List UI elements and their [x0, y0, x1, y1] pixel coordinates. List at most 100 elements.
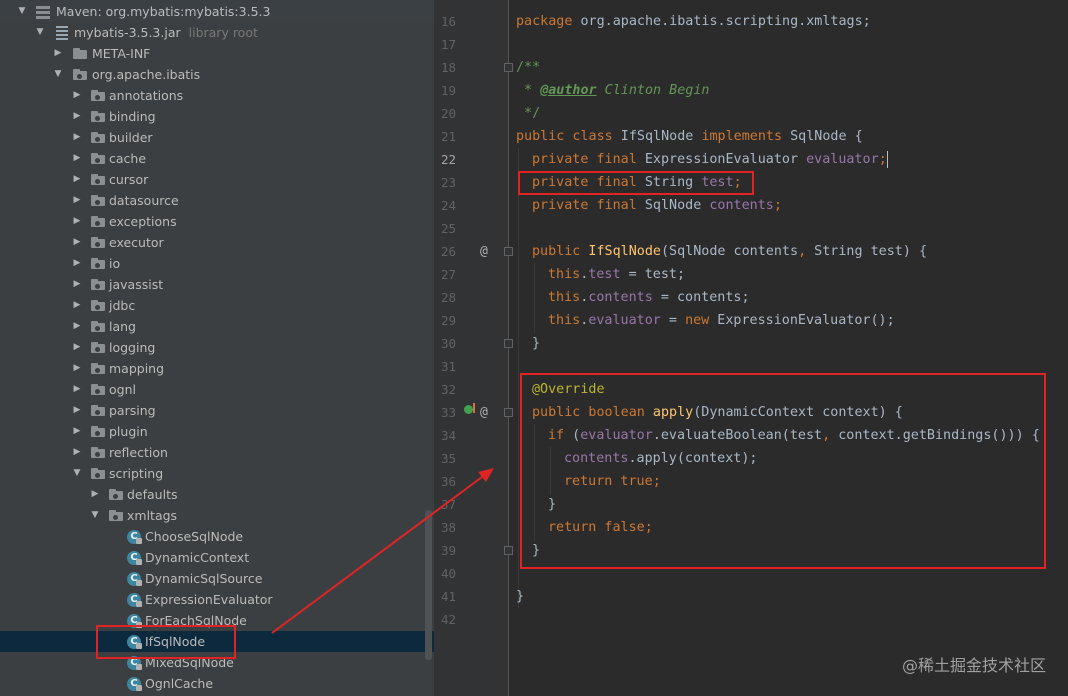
- library-icon: [36, 6, 50, 19]
- tree-row-meta-inf[interactable]: ▶ META-INF: [0, 43, 434, 64]
- tree-row-package[interactable]: ▶ javassist: [0, 274, 434, 295]
- tree-label: jdbc: [109, 298, 136, 313]
- collapsed-arrow-icon[interactable]: ▶: [71, 148, 83, 169]
- tree-row-class[interactable]: C DynamicSqlSource: [0, 568, 434, 589]
- comment-text: Clinton Begin: [596, 83, 710, 98]
- collapsed-arrow-icon[interactable]: ▶: [71, 127, 83, 148]
- tree-row-package[interactable]: ▶ exceptions: [0, 211, 434, 232]
- tree-row-package[interactable]: ▶ builder: [0, 127, 434, 148]
- collapsed-arrow-icon[interactable]: ▶: [89, 484, 101, 505]
- fold-toggle-icon[interactable]: [504, 546, 513, 555]
- tree-row-package[interactable]: ▶ lang: [0, 316, 434, 337]
- collapsed-arrow-icon[interactable]: ▶: [71, 421, 83, 442]
- collapsed-arrow-icon[interactable]: ▶: [71, 400, 83, 421]
- keyword: private final: [532, 152, 637, 167]
- fold-toggle-icon[interactable]: [504, 63, 513, 72]
- expand-arrow-icon[interactable]: ▼: [71, 463, 83, 484]
- field-name: evaluator: [806, 152, 879, 167]
- collapsed-arrow-icon[interactable]: ▶: [71, 106, 83, 127]
- text-cursor: [886, 150, 888, 168]
- line-number: 27: [440, 267, 456, 282]
- collapsed-arrow-icon[interactable]: ▶: [71, 316, 83, 337]
- code-text: org.apache.ibatis.scripting.xmltags;: [572, 14, 871, 29]
- tree-row-package-xmltags[interactable]: ▼ xmltags: [0, 505, 434, 526]
- override-marker-icon[interactable]: @: [480, 401, 488, 424]
- tree-row-package-defaults[interactable]: ▶ defaults: [0, 484, 434, 505]
- package-icon: [91, 90, 106, 102]
- collapsed-arrow-icon[interactable]: ▶: [71, 358, 83, 379]
- tree-row-package[interactable]: ▶ jdbc: [0, 295, 434, 316]
- tree-label: io: [109, 256, 121, 271]
- package-icon: [91, 300, 106, 312]
- tree-row-package[interactable]: ▶ plugin: [0, 421, 434, 442]
- implements-method-icon[interactable]: [464, 405, 473, 414]
- tree-row-package[interactable]: ▶ parsing: [0, 400, 434, 421]
- code-text: IfSqlNode: [612, 129, 702, 144]
- line-number: 20: [440, 106, 456, 121]
- fold-toggle-icon[interactable]: [504, 339, 513, 348]
- collapsed-arrow-icon[interactable]: ▶: [71, 211, 83, 232]
- tree-row-package[interactable]: ▶ executor: [0, 232, 434, 253]
- tree-row-class[interactable]: C OgnlCache: [0, 673, 434, 694]
- class-icon: C: [127, 572, 142, 586]
- tree-row-maven-library[interactable]: ▼ Maven: org.mybatis:mybatis:3.5.3: [0, 1, 434, 22]
- tree-row-package[interactable]: ▶ annotations: [0, 85, 434, 106]
- tree-row-package[interactable]: ▶ binding: [0, 106, 434, 127]
- code-text: ;: [773, 198, 782, 213]
- tree-row-package[interactable]: ▶ ognl: [0, 379, 434, 400]
- expand-arrow-icon[interactable]: ▼: [89, 505, 101, 526]
- code-editor[interactable]: 16 17 18 19 20 21 22 23 24 25 26 27 28 2…: [434, 0, 1068, 696]
- override-marker-icon[interactable]: @: [480, 240, 488, 263]
- code-line-27: this.test = test;: [548, 263, 685, 286]
- tree-label: logging: [109, 340, 156, 355]
- tree-row-package-scripting[interactable]: ▼ scripting: [0, 463, 434, 484]
- expand-arrow-icon[interactable]: ▼: [52, 64, 64, 85]
- tree-row-package[interactable]: ▶ datasource: [0, 190, 434, 211]
- tree-row-package[interactable]: ▶ mapping: [0, 358, 434, 379]
- expand-arrow-icon[interactable]: ▼: [34, 22, 46, 43]
- collapsed-arrow-icon[interactable]: ▶: [71, 274, 83, 295]
- keyword: this: [548, 313, 581, 328]
- tree-row-package[interactable]: ▶ cursor: [0, 169, 434, 190]
- class-icon: C: [127, 530, 142, 544]
- tree-label: executor: [109, 235, 164, 250]
- code-line-21: public class IfSqlNode implements SqlNod…: [516, 125, 863, 148]
- tree-row-package[interactable]: ▶ logging: [0, 337, 434, 358]
- collapsed-arrow-icon[interactable]: ▶: [71, 85, 83, 106]
- collapsed-arrow-icon[interactable]: ▶: [52, 43, 64, 64]
- collapsed-arrow-icon[interactable]: ▶: [71, 190, 83, 211]
- collapsed-arrow-icon[interactable]: ▶: [71, 232, 83, 253]
- tree-row-class[interactable]: C ChooseSqlNode: [0, 526, 434, 547]
- library-root-hint: library root: [188, 25, 258, 40]
- collapsed-arrow-icon[interactable]: ▶: [71, 337, 83, 358]
- collapsed-arrow-icon[interactable]: ▶: [71, 442, 83, 463]
- code-line-16: package org.apache.ibatis.scripting.xmlt…: [516, 10, 871, 33]
- tree-row-jar[interactable]: ▼ mybatis-3.5.3.jar library root: [0, 22, 434, 43]
- code-text: =: [660, 313, 686, 328]
- code-text: SqlNode: [636, 198, 710, 213]
- tree-row-package[interactable]: ▶ cache: [0, 148, 434, 169]
- tree-row-package[interactable]: ▶ io: [0, 253, 434, 274]
- tree-scrollbar[interactable]: [425, 510, 432, 660]
- tree-row-class[interactable]: C ExpressionEvaluator: [0, 589, 434, 610]
- package-icon: [91, 195, 106, 207]
- code-line-28: this.contents = contents;: [548, 286, 750, 309]
- expand-arrow-icon[interactable]: ▼: [16, 1, 28, 22]
- tree-row-class[interactable]: C DynamicContext: [0, 547, 434, 568]
- fold-toggle-icon[interactable]: [504, 247, 513, 256]
- collapsed-arrow-icon[interactable]: ▶: [71, 295, 83, 316]
- tree-row-root-package[interactable]: ▼ org.apache.ibatis: [0, 64, 434, 85]
- project-tree-panel: ▼ Maven: org.mybatis:mybatis:3.5.3 ▼ myb…: [0, 0, 434, 696]
- fold-toggle-icon[interactable]: [504, 408, 513, 417]
- collapsed-arrow-icon[interactable]: ▶: [71, 169, 83, 190]
- collapsed-arrow-icon[interactable]: ▶: [71, 253, 83, 274]
- package-icon: [91, 384, 106, 396]
- code-line-41: }: [516, 589, 525, 604]
- collapsed-arrow-icon[interactable]: ▶: [71, 379, 83, 400]
- tree-row-package[interactable]: ▶ reflection: [0, 442, 434, 463]
- tree-label: DynamicSqlSource: [145, 571, 263, 586]
- javadoc-tag: @author: [540, 83, 597, 98]
- code-line-18: /**: [516, 60, 541, 75]
- line-number: 28: [440, 290, 456, 305]
- tree-label: annotations: [109, 88, 184, 103]
